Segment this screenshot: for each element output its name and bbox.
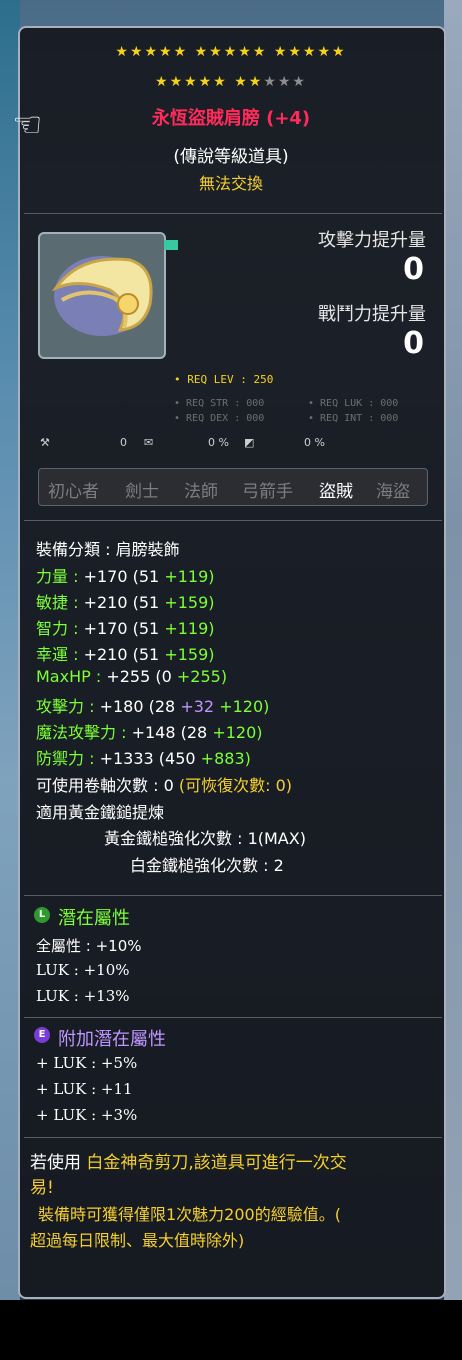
class-archer: 弓箭手	[242, 482, 293, 502]
class-pirate: 海盜	[376, 482, 410, 502]
potential-line-2: LUK : +10%	[36, 961, 130, 979]
divider	[24, 1137, 442, 1138]
divider	[24, 1017, 442, 1018]
epic-bonus-potential-badge: E	[34, 1027, 50, 1043]
star-force-row-2: ★★★★★ ★★★★★	[0, 74, 462, 90]
potential-line-3: LUK : +13%	[36, 987, 130, 1005]
legendary-potential-badge: L	[34, 907, 50, 923]
stat-str: 力量 : +170 (51 +119)	[36, 567, 215, 586]
stat-maxhp: MaxHP : +255 (0 +255)	[36, 667, 228, 686]
charm-info-cont: 超過每日限制、最大值時除外)	[30, 1231, 245, 1250]
divider	[24, 895, 442, 896]
equip-category: 裝備分類 : 肩膀裝飾	[36, 540, 180, 559]
stat-attack: 攻擊力 : +180 (28 +32 +120)	[36, 697, 270, 716]
item-grade: (傳說等級道具)	[173, 147, 289, 167]
class-requirement-bar: 初心者 劍士 法師 弓箭手 盜賊 海盜	[38, 468, 428, 506]
hammer-apply: 適用黃金鐵鎚提煉	[36, 803, 165, 822]
upgrade-icon: ⚒	[40, 436, 50, 449]
stat-dex: 敏捷 : +210 (51 +159)	[36, 593, 215, 612]
left-background-strip	[0, 0, 20, 1300]
stat-luk: 幸運 : +210 (51 +159)	[36, 645, 215, 664]
item-icon-frame	[38, 232, 178, 359]
bottom-black-bar	[0, 1300, 462, 1360]
star-force-empty: ★★★	[263, 74, 307, 90]
small-stat-b: 0 %	[208, 436, 229, 449]
req-int: • REQ INT : 000	[308, 413, 399, 424]
small-stat-c: 0 %	[304, 436, 325, 449]
untradeable-label: 無法交換	[198, 174, 263, 193]
req-dex: • REQ DEX : 000	[174, 413, 265, 424]
class-magician: 法師	[184, 482, 218, 502]
stat-int: 智力 : +170 (51 +119)	[36, 619, 215, 638]
box-icon: ✉	[144, 436, 154, 449]
class-thief: 盜賊	[319, 482, 353, 502]
class-warrior: 劍士	[125, 482, 159, 502]
scissors-info-cont: 易!	[30, 1178, 54, 1198]
potential-line-1: 全屬性 : +10%	[36, 937, 142, 955]
gold-hammer-count: 黃金鐵槌強化次數 : 1(MAX)	[104, 829, 306, 848]
shield-icon: ◩	[244, 436, 255, 449]
right-background-strip	[444, 0, 462, 1300]
charm-info: 裝備時可獲得僅限1次魅力200的經驗值。(	[38, 1205, 341, 1224]
bonus-potential-line-1: + LUK : +5%	[36, 1054, 138, 1072]
item-name: 永恆盜賊肩膀 (+4)	[151, 108, 311, 129]
small-stat-a: 0	[120, 436, 127, 449]
potential-title: 潛在屬性	[58, 908, 130, 929]
bonus-potential-line-2: + LUK : +11	[36, 1080, 133, 1098]
class-beginner: 初心者	[48, 482, 99, 502]
shoulder-item-icon	[51, 256, 153, 336]
divider	[24, 520, 442, 521]
power-increase-value: 0	[403, 326, 424, 361]
attack-increase-label: 攻擊力提升量	[318, 230, 426, 251]
scissors-info: 若使用 白金神奇剪刀,該道具可進行一次交	[30, 1153, 347, 1173]
stat-defense: 防禦力 : +1333 (450 +883)	[36, 749, 251, 768]
scroll-slots: 可使用卷軸次數 : 0 (可恢復次數: 0)	[36, 776, 292, 795]
attack-increase-value: 0	[403, 252, 424, 287]
bonus-potential-line-3: + LUK : +3%	[36, 1106, 138, 1124]
divider	[24, 213, 442, 214]
req-str: • REQ STR : 000	[174, 398, 265, 409]
icon-tag	[164, 240, 178, 250]
power-increase-label: 戰鬥力提升量	[318, 304, 426, 325]
star-force-filled: ★★★★★ ★★	[155, 74, 264, 90]
stat-magic-attack: 魔法攻擊力 : +148 (28 +120)	[36, 723, 263, 742]
req-level: • REQ LEV : 250	[174, 373, 274, 386]
platinum-hammer-count: 白金鐵槌強化次數 : 2	[130, 856, 284, 875]
req-luk: • REQ LUK : 000	[308, 398, 399, 409]
bonus-potential-title: 附加潛在屬性	[58, 1029, 166, 1050]
star-force-row-1: ★★★★★ ★★★★★ ★★★★★	[115, 44, 347, 60]
